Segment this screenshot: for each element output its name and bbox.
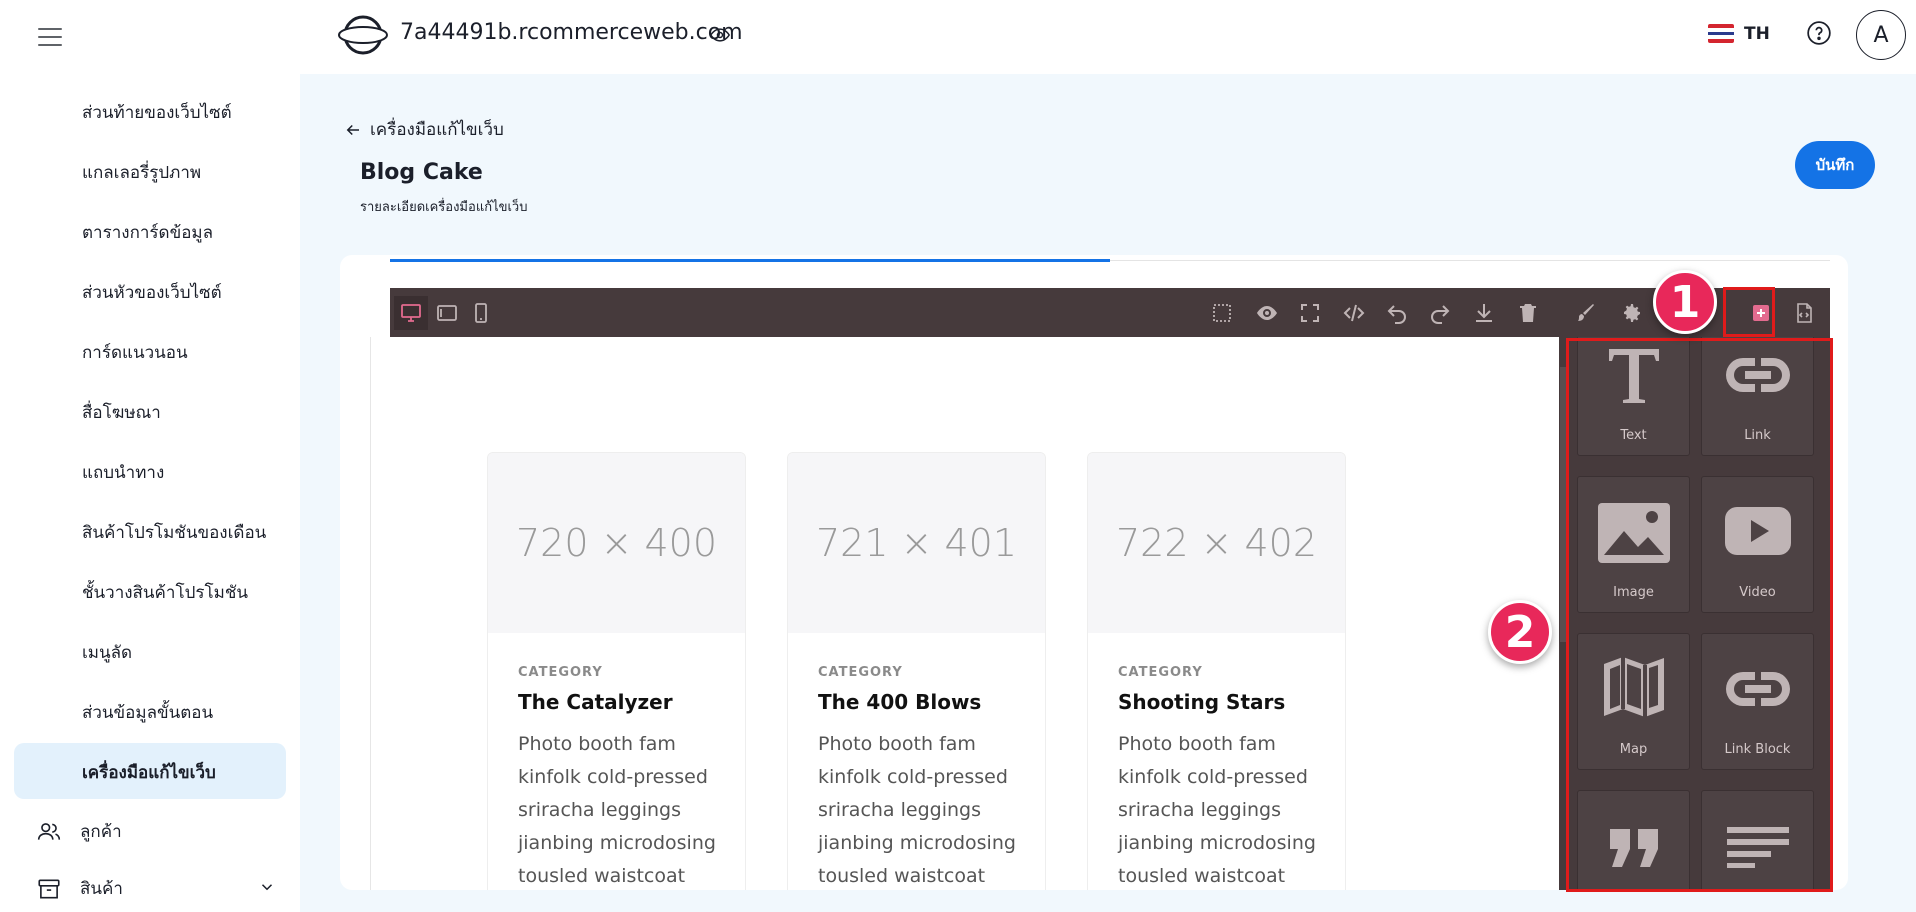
download-button[interactable] bbox=[1467, 296, 1501, 330]
chevron-down-icon[interactable] bbox=[258, 878, 276, 896]
redo-button[interactable] bbox=[1423, 296, 1457, 330]
gear-icon bbox=[1624, 304, 1640, 322]
blog-card[interactable]: 720 × 400 CATEGORY The Catalyzer Photo b… bbox=[487, 452, 746, 890]
card-title: The 400 Blows bbox=[818, 690, 982, 714]
device-desktop-button[interactable] bbox=[394, 296, 428, 330]
settings-button[interactable] bbox=[1614, 296, 1648, 330]
import-code-button[interactable] bbox=[1787, 296, 1821, 330]
code-button[interactable] bbox=[1337, 296, 1371, 330]
sidebar-item-products[interactable]: สินค้า bbox=[36, 875, 123, 902]
select-outline-button[interactable] bbox=[1205, 296, 1239, 330]
sidebar: ส่วนท้ายของเว็บไซต์ แกลเลอรี่รูปภาพ ตารา… bbox=[0, 0, 300, 912]
sidebar-products-label: สินค้า bbox=[80, 879, 123, 899]
page-subtitle: รายละเอียดเครื่องมือแก้ไขเว็บ bbox=[360, 200, 528, 215]
sidebar-item-gallery[interactable]: แกลเลอรี่รูปภาพ bbox=[82, 159, 201, 186]
archive-icon bbox=[38, 879, 60, 898]
thai-flag-icon[interactable] bbox=[1708, 24, 1734, 43]
back-label: เครื่องมือแก้ไขเว็บ bbox=[370, 120, 504, 140]
image-placeholder: 721 × 401 bbox=[788, 453, 1045, 633]
eye-icon[interactable] bbox=[710, 27, 730, 43]
desktop-icon bbox=[401, 304, 421, 322]
sidebar-item-web-editor[interactable]: เครื่องมือแก้ไขเว็บ bbox=[82, 759, 216, 786]
highlight-blocks-panel bbox=[1566, 338, 1833, 892]
editor-toolbar bbox=[390, 288, 1830, 337]
image-placeholder: 720 × 400 bbox=[488, 453, 745, 633]
sidebar-item-card-grid[interactable]: ตารางการ์ดข้อมูล bbox=[82, 219, 213, 246]
code-icon bbox=[1343, 304, 1365, 322]
site-url: 7a44491b.rcommerceweb.com bbox=[400, 20, 743, 45]
blog-card[interactable]: 721 × 401 CATEGORY The 400 Blows Photo b… bbox=[787, 452, 1046, 890]
download-icon bbox=[1476, 304, 1492, 322]
annotation-badge-1: 1 bbox=[1653, 270, 1717, 334]
page-title: Blog Cake bbox=[360, 160, 483, 185]
redo-icon bbox=[1431, 305, 1450, 324]
sidebar-item-footer[interactable]: ส่วนท้ายของเว็บไซต์ bbox=[82, 99, 232, 126]
card-text: Photo booth fam kinfolk cold-pressed sri… bbox=[518, 733, 716, 887]
card-title: Shooting Stars bbox=[1118, 690, 1286, 714]
avatar[interactable]: A bbox=[1856, 10, 1906, 60]
card-text: Photo booth fam kinfolk cold-pressed sri… bbox=[818, 733, 1016, 887]
mobile-icon bbox=[475, 303, 487, 323]
card-category: CATEGORY bbox=[518, 665, 603, 680]
sidebar-item-customers[interactable]: ลูกค้า bbox=[36, 818, 122, 845]
file-code-icon bbox=[1797, 303, 1812, 323]
tab-active-indicator[interactable] bbox=[390, 259, 1110, 262]
card-title: The Catalyzer bbox=[518, 690, 673, 714]
highlight-add-block bbox=[1723, 287, 1775, 337]
sidebar-item-steps[interactable]: ส่วนข้อมูลขั้นตอน bbox=[82, 699, 213, 726]
language-label[interactable]: TH bbox=[1744, 24, 1770, 44]
annotation-badge-2: 2 bbox=[1488, 600, 1552, 664]
card-text: Photo booth fam kinfolk cold-pressed sri… bbox=[1118, 733, 1316, 887]
brush-icon bbox=[1578, 304, 1594, 321]
device-mobile-button[interactable] bbox=[464, 296, 498, 330]
sidebar-item-shortcut-menu[interactable]: เมนูลัด bbox=[82, 639, 132, 666]
users-icon bbox=[37, 822, 61, 840]
sidebar-item-ads[interactable]: สื่อโฆษณา bbox=[82, 399, 161, 426]
style-manager-button[interactable] bbox=[1568, 296, 1602, 330]
delete-button[interactable] bbox=[1511, 296, 1545, 330]
sidebar-item-horizontal-card[interactable]: การ์ดแนวนอน bbox=[82, 339, 188, 366]
arrow-left-icon bbox=[346, 124, 359, 135]
back-link[interactable]: เครื่องมือแก้ไขเว็บ bbox=[344, 116, 504, 143]
blog-card[interactable]: 722 × 402 CATEGORY Shooting Stars Photo … bbox=[1087, 452, 1346, 890]
menu-icon[interactable] bbox=[38, 28, 62, 48]
trash-icon bbox=[1520, 304, 1536, 322]
tablet-icon bbox=[437, 305, 457, 321]
sidebar-customers-label: ลูกค้า bbox=[80, 822, 122, 842]
sidebar-item-header[interactable]: ส่วนหัวของเว็บไซต์ bbox=[82, 279, 222, 306]
preview-eye-icon bbox=[1257, 306, 1277, 320]
sidebar-item-monthly-promo[interactable]: สินค้าโปรโมชันของเดือน bbox=[82, 519, 266, 546]
card-category: CATEGORY bbox=[1118, 665, 1203, 680]
card-category: CATEGORY bbox=[818, 665, 903, 680]
editor-canvas[interactable]: 720 × 400 CATEGORY The Catalyzer Photo b… bbox=[370, 337, 1578, 890]
sidebar-item-promo-shelf[interactable]: ชั้นวางสินค้าโปรโมชัน bbox=[82, 579, 248, 606]
device-tablet-button[interactable] bbox=[430, 296, 464, 330]
undo-icon bbox=[1387, 305, 1406, 324]
company-logo bbox=[338, 15, 388, 55]
fullscreen-button[interactable] bbox=[1293, 296, 1327, 330]
dashed-square-icon bbox=[1213, 304, 1231, 322]
image-placeholder: 722 × 402 bbox=[1088, 453, 1345, 633]
help-icon[interactable] bbox=[1806, 20, 1832, 46]
save-button[interactable]: บันทึก bbox=[1795, 141, 1875, 189]
preview-button[interactable] bbox=[1250, 296, 1284, 330]
undo-button[interactable] bbox=[1380, 296, 1414, 330]
topbar: 7a44491b.rcommerceweb.com TH A bbox=[300, 0, 1916, 74]
fullscreen-icon bbox=[1301, 304, 1319, 322]
sidebar-item-navbar[interactable]: แถบนำทาง bbox=[82, 459, 164, 486]
